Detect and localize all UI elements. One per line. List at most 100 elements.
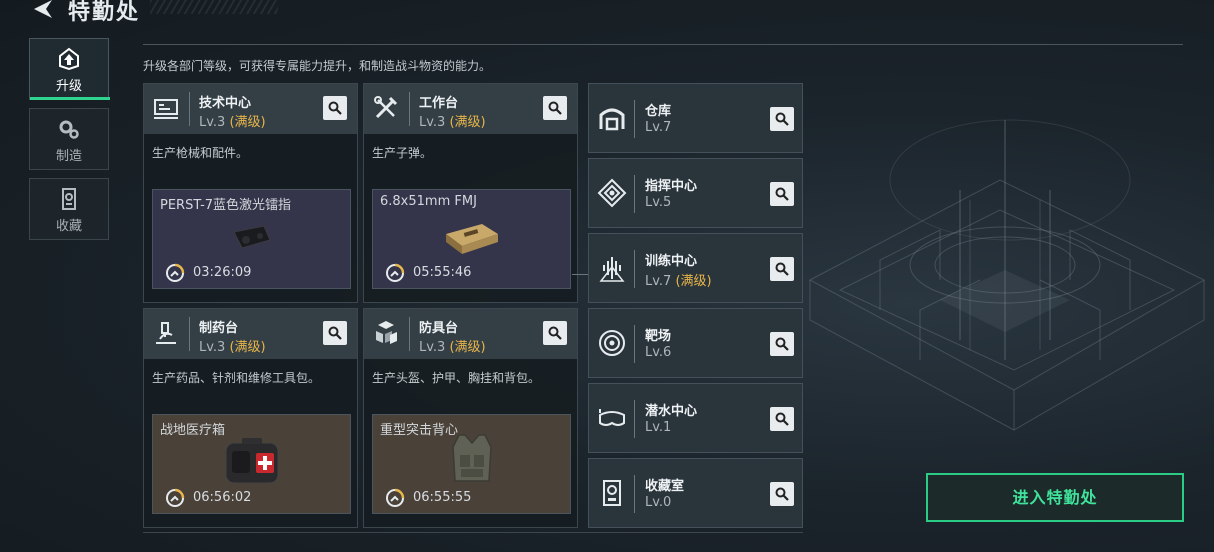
- enter-special-ops-button[interactable]: 进入特勤处: [926, 473, 1184, 522]
- building-separator: [634, 100, 635, 138]
- building-command-center[interactable]: 指挥中心 Lv.5: [588, 158, 803, 228]
- card-tech-center[interactable]: 技术中心 Lv.3 (满级) 生产枪械和配件。 PERST-7蓝色激光镭指 03…: [143, 83, 358, 303]
- max-level-tag: (满级): [675, 274, 712, 289]
- level-value: Lv.1: [645, 420, 672, 435]
- training-icon: [599, 257, 625, 282]
- craft-item-name: 6.8x51mm FMJ: [380, 194, 477, 209]
- bottom-divider: [143, 532, 803, 533]
- max-level-tag: (满级): [449, 115, 486, 130]
- search-button[interactable]: [770, 332, 794, 356]
- upgrade-icon: [59, 47, 79, 71]
- craft-item-name: 战地医疗箱: [160, 423, 226, 438]
- search-button[interactable]: [770, 107, 794, 131]
- building-level: Lv.7 (满级): [645, 270, 712, 289]
- search-button[interactable]: [323, 96, 347, 120]
- card-pharmacy[interactable]: 制药台 Lv.3 (满级) 生产药品、针剂和维修工具包。 战地医疗箱 06:56…: [143, 308, 358, 528]
- building-name: 靶场: [645, 329, 672, 344]
- building-shooting-range[interactable]: 靶场 Lv.6: [588, 308, 803, 378]
- card-description: 生产头盔、护甲、胸挂和背包。: [372, 371, 541, 385]
- card-name: 防具台: [419, 321, 459, 336]
- search-icon: [328, 101, 342, 115]
- card-level: Lv.3 (满级): [199, 111, 266, 130]
- card-header: 制药台 Lv.3 (满级): [144, 309, 357, 359]
- search-button[interactable]: [543, 321, 567, 345]
- search-icon: [775, 187, 789, 201]
- card-workbench[interactable]: 工作台 Lv.3 (满级) 生产子弹。 6.8x51mm FMJ 05:55:4…: [363, 83, 578, 303]
- header-divider: [143, 44, 1183, 45]
- card-description: 生产药品、针剂和维修工具包。: [152, 371, 321, 385]
- card-level: Lv.3 (满级): [199, 336, 266, 355]
- back-arrow-icon[interactable]: [30, 0, 54, 20]
- building-separator: [634, 250, 635, 288]
- collection-room-icon: [603, 480, 621, 506]
- search-icon: [548, 101, 562, 115]
- search-icon: [328, 326, 342, 340]
- building-name: 指挥中心: [645, 179, 698, 194]
- timer-icon: [386, 488, 405, 507]
- max-level-tag: (满级): [449, 340, 486, 355]
- card-description: 生产子弹。: [372, 146, 433, 160]
- building-level: Lv.6: [645, 345, 671, 360]
- craft-slot[interactable]: 战地医疗箱 06:56:02: [152, 414, 351, 514]
- building-level: Lv.5: [645, 195, 671, 210]
- craft-timer: 03:26:09: [193, 265, 252, 280]
- card-header: 防具台 Lv.3 (满级): [364, 309, 577, 359]
- level-value: Lv.3: [199, 340, 226, 355]
- craft-timer: 06:56:02: [193, 490, 252, 505]
- collection-icon: [62, 188, 76, 210]
- building-name: 潜水中心: [645, 404, 698, 419]
- microscope-icon: [156, 322, 176, 344]
- search-icon: [775, 412, 789, 426]
- base-hologram-art: [808, 119, 1206, 431]
- search-icon: [775, 487, 789, 501]
- search-icon: [775, 337, 789, 351]
- gears-icon: [59, 120, 79, 139]
- search-button[interactable]: [770, 482, 794, 506]
- card-separator: [189, 92, 190, 126]
- tech-center-icon: [154, 99, 178, 119]
- card-description: 生产枪械和配件。: [152, 146, 249, 160]
- building-training-center[interactable]: 训练中心 Lv.7 (满级): [588, 233, 803, 303]
- card-header: 技术中心 Lv.3 (满级): [144, 84, 357, 134]
- search-button[interactable]: [770, 257, 794, 281]
- nav-tab-craft[interactable]: 制造: [29, 108, 109, 170]
- timer-icon: [166, 488, 185, 507]
- nav-label: 制造: [55, 149, 82, 164]
- top-bar: 特勤处: [0, 0, 1214, 25]
- level-value: Lv.7: [645, 120, 672, 135]
- search-button[interactable]: [770, 407, 794, 431]
- level-value: Lv.7: [645, 274, 672, 289]
- search-button[interactable]: [770, 182, 794, 206]
- craft-slot[interactable]: 6.8x51mm FMJ 05:55:46: [372, 189, 571, 289]
- diving-mask-icon: [599, 409, 625, 426]
- card-armor-bench[interactable]: 防具台 Lv.3 (满级) 生产头盔、护甲、胸挂和背包。 重型突击背心 06:5…: [363, 308, 578, 528]
- nav-tab-upgrade[interactable]: 升级: [29, 38, 110, 100]
- search-icon: [548, 326, 562, 340]
- max-level-tag: (满级): [229, 115, 266, 130]
- craft-timer: 06:55:55: [413, 490, 472, 505]
- title-decoration: [150, 0, 278, 14]
- nav-label: 升级: [55, 79, 82, 94]
- level-value: Lv.3: [419, 115, 446, 130]
- warehouse-icon: [599, 108, 625, 131]
- timer-icon: [166, 263, 185, 282]
- search-icon: [775, 262, 789, 276]
- building-warehouse[interactable]: 仓库 Lv.7: [588, 83, 803, 153]
- armor-blocks-icon: [376, 321, 397, 344]
- search-button[interactable]: [543, 96, 567, 120]
- craft-slot[interactable]: 重型突击背心 06:55:55: [372, 414, 571, 514]
- card-name: 制药台: [199, 321, 239, 336]
- search-button[interactable]: [323, 321, 347, 345]
- building-diving-center[interactable]: 潜水中心 Lv.1: [588, 383, 803, 453]
- building-separator: [634, 400, 635, 438]
- level-value: Lv.5: [645, 195, 672, 210]
- craft-timer: 05:55:46: [413, 265, 472, 280]
- nav-tab-collection[interactable]: 收藏: [29, 178, 109, 240]
- card-separator: [409, 92, 410, 126]
- building-collection-room[interactable]: 收藏室 Lv.0: [588, 458, 803, 528]
- craft-slot[interactable]: PERST-7蓝色激光镭指 03:26:09: [152, 189, 351, 289]
- ammo-box-icon: [445, 224, 498, 254]
- timer-icon: [386, 263, 405, 282]
- level-value: Lv.0: [645, 495, 672, 510]
- building-separator: [634, 475, 635, 513]
